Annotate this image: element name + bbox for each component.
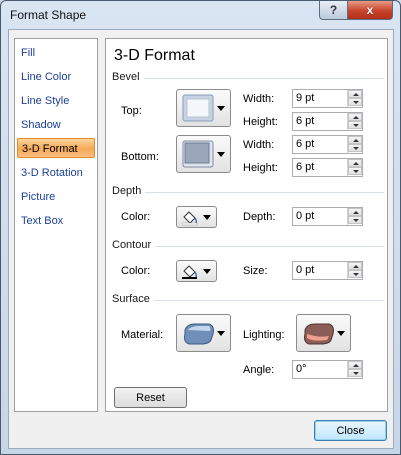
- spin-down-icon[interactable]: [348, 144, 362, 152]
- close-window-button[interactable]: x: [347, 1, 393, 20]
- bevel-top-dropdown[interactable]: [176, 89, 231, 127]
- bevel-top-height-spinner[interactable]: 6 pt: [292, 112, 363, 131]
- chevron-down-icon: [217, 106, 225, 111]
- angle-value: 0°: [296, 363, 307, 375]
- spin-down-icon[interactable]: [348, 167, 362, 175]
- nav-item-text-box[interactable]: Text Box: [21, 211, 63, 231]
- bevel-top-height-value: 6 pt: [296, 115, 315, 127]
- bevel-bottom-width-value: 6 pt: [296, 138, 315, 150]
- nav-item-shadow[interactable]: Shadow: [21, 115, 61, 135]
- depth-color-button[interactable]: [176, 206, 217, 228]
- depth-label: Depth:: [243, 211, 276, 223]
- spin-up-icon[interactable]: [348, 262, 362, 270]
- spin-up-icon[interactable]: [348, 208, 362, 216]
- bevel-heading: Bevel: [112, 71, 144, 83]
- title-bar[interactable]: Format Shape ? x: [1, 1, 400, 29]
- bevel-bottom-dropdown[interactable]: [176, 135, 231, 173]
- 3d-format-panel: 3-D Format Bevel Top: Width: 9 pt Height…: [105, 38, 388, 412]
- contour-size-value: 0 pt: [296, 264, 315, 276]
- nav-item-line-style[interactable]: Line Style: [21, 91, 69, 111]
- depth-heading: Depth: [112, 185, 146, 197]
- depth-section-header: Depth: [112, 185, 384, 199]
- panel-title: 3-D Format: [114, 47, 195, 64]
- dialog-client-area: Fill Line Color Line Style Shadow 3-D Fo…: [8, 29, 394, 449]
- bevel-bottom-label: Bottom:: [121, 151, 159, 163]
- material-preview-icon: [184, 323, 214, 345]
- angle-spinner[interactable]: 0°: [292, 360, 363, 379]
- contour-color-label: Color:: [121, 265, 151, 277]
- bevel-top-width-value: 9 pt: [296, 92, 315, 104]
- spin-up-icon[interactable]: [348, 361, 362, 369]
- spin-down-icon[interactable]: [348, 216, 362, 224]
- bevel-top-icon: [182, 94, 214, 122]
- chevron-down-icon: [217, 152, 225, 157]
- bevel-bottom-icon: [182, 140, 214, 168]
- contour-size-spinner[interactable]: 0 pt: [292, 261, 363, 280]
- surface-section-header: Surface: [112, 293, 384, 307]
- depth-spinner[interactable]: 0 pt: [292, 207, 363, 226]
- spin-up-icon[interactable]: [348, 113, 362, 121]
- bevel-top-width-spinner[interactable]: 9 pt: [292, 89, 363, 108]
- contour-size-label: Size:: [243, 265, 268, 277]
- spin-down-icon[interactable]: [348, 369, 362, 377]
- contour-heading: Contour: [112, 239, 156, 251]
- material-label: Material:: [121, 329, 164, 341]
- bevel-bottom-height-spinner[interactable]: 6 pt: [292, 158, 363, 177]
- bevel-top-height-label: Height:: [243, 116, 278, 128]
- material-dropdown[interactable]: [176, 314, 231, 352]
- paint-bucket-icon: [181, 211, 198, 226]
- lighting-dropdown[interactable]: [296, 314, 351, 352]
- bevel-bottom-height-label: Height:: [243, 162, 278, 174]
- spin-down-icon[interactable]: [348, 270, 362, 278]
- bevel-bottom-width-label: Width:: [243, 139, 275, 151]
- depth-color-label: Color:: [121, 211, 151, 223]
- chevron-down-icon: [203, 269, 211, 274]
- nav-item-picture[interactable]: Picture: [21, 187, 55, 207]
- help-icon: ?: [329, 3, 338, 17]
- chevron-down-icon: [337, 331, 345, 336]
- bevel-bottom-width-spinner[interactable]: 6 pt: [292, 135, 363, 154]
- format-shape-dialog: Format Shape ? x Fill Line Color Line St…: [0, 0, 401, 455]
- bevel-section-header: Bevel: [112, 71, 384, 85]
- depth-value: 0 pt: [296, 210, 315, 222]
- angle-label: Angle:: [243, 364, 275, 376]
- spin-down-icon[interactable]: [348, 98, 362, 106]
- chevron-down-icon: [217, 331, 225, 336]
- lighting-preview-icon: [304, 323, 334, 345]
- spin-down-icon[interactable]: [348, 121, 362, 129]
- contour-color-button[interactable]: [176, 260, 217, 282]
- close-icon: x: [366, 3, 374, 17]
- window-title: Format Shape: [10, 8, 87, 22]
- help-button[interactable]: ?: [319, 1, 348, 20]
- nav-item-3d-rotation[interactable]: 3-D Rotation: [21, 163, 83, 183]
- bevel-bottom-height-value: 6 pt: [296, 161, 315, 173]
- contour-section-header: Contour: [112, 239, 384, 253]
- close-button[interactable]: Close: [314, 420, 387, 441]
- paint-bucket-icon: [182, 265, 198, 279]
- spin-up-icon[interactable]: [348, 136, 362, 144]
- surface-heading: Surface: [112, 293, 154, 305]
- spin-up-icon[interactable]: [348, 159, 362, 167]
- reset-button[interactable]: Reset: [114, 387, 187, 408]
- chevron-down-icon: [203, 215, 211, 220]
- nav-item-fill[interactable]: Fill: [21, 43, 35, 63]
- nav-item-3d-format[interactable]: 3-D Format: [17, 138, 95, 158]
- spin-up-icon[interactable]: [348, 90, 362, 98]
- lighting-label: Lighting:: [243, 329, 285, 341]
- category-list: Fill Line Color Line Style Shadow 3-D Fo…: [14, 38, 98, 412]
- nav-item-line-color[interactable]: Line Color: [21, 67, 71, 87]
- bevel-top-width-label: Width:: [243, 93, 275, 105]
- bevel-top-label: Top:: [121, 105, 142, 117]
